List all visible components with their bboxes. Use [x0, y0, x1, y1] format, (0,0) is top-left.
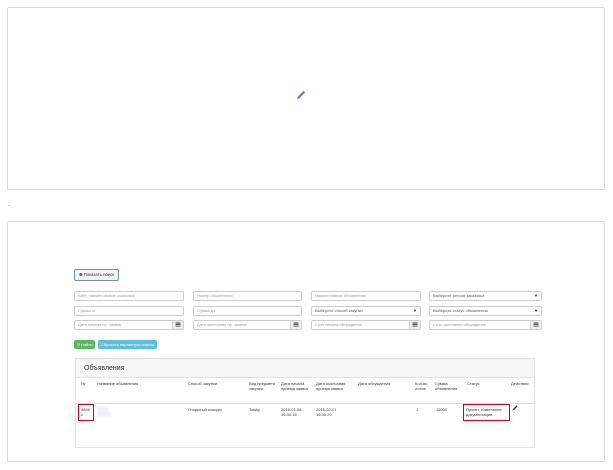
status-select-value: Выберите статус объявления — [433, 308, 488, 313]
find-label: Найти — [81, 342, 93, 347]
toggle-search-label: Показать поиск — [83, 272, 115, 277]
row-start-date: 2016-01-08 16:30:15 — [281, 407, 302, 417]
column-header-actions: Действия — [511, 381, 529, 386]
status-highlight — [463, 404, 510, 421]
separator-text: . — [8, 199, 11, 208]
plus-icon: ⊕ — [79, 272, 83, 277]
loading-panel — [7, 7, 605, 190]
discuss-start-input[interactable]: Срок начала обсуждения — [311, 320, 421, 330]
column-header-discussion: Дата обсуждения — [358, 381, 391, 386]
column-header-end: Дата окончания приема заявок — [316, 381, 346, 391]
number-input[interactable]: Номер объявления — [193, 291, 302, 301]
column-header-status: Статус — [467, 381, 480, 386]
method-select-value: Выберите способ закупки — [315, 308, 363, 313]
find-button[interactable]: ⚲ Найти — [74, 340, 96, 349]
row-end-date: 2016-02-01 16:30:29 — [316, 407, 337, 417]
date-end-input[interactable]: Дата окончания пр. заявок — [193, 320, 302, 330]
calendar-icon[interactable] — [172, 321, 183, 329]
calendar-icon[interactable] — [290, 321, 301, 329]
method-select[interactable]: Выберите способ закупки ▼ — [311, 306, 421, 316]
number-highlight — [78, 404, 94, 421]
calendar-icon[interactable] — [530, 321, 541, 329]
row-title-link[interactable]: ▒▒▒▒ ▒▒▒▒▒ — [97, 407, 117, 417]
toggle-search-button[interactable]: ⊕Показать поиск — [74, 269, 120, 281]
column-header-subject: Вид предмета закупки — [249, 381, 276, 391]
pencil-icon — [297, 91, 305, 99]
column-header-method: Способ закупки — [188, 381, 217, 386]
row-sum: 15000 — [436, 407, 448, 412]
column-header-number: № — [81, 381, 86, 386]
caret-down-icon: ▼ — [534, 308, 538, 313]
column-header-sum: Сумма объявления — [435, 381, 458, 391]
caret-down-icon: ▼ — [534, 293, 538, 298]
announcements-heading: Объявления — [76, 359, 534, 378]
column-header-title: Название объявления — [97, 381, 139, 386]
date-start-placeholder: Дата начала пр. заявок — [78, 322, 122, 327]
status-select[interactable]: Выберите статус объявления ▼ — [429, 306, 542, 316]
region-select[interactable]: Выберите регион заказчика ▼ — [429, 291, 542, 301]
caret-down-icon: ▼ — [413, 308, 417, 313]
edit-icon[interactable] — [512, 405, 518, 411]
date-start-input[interactable]: Дата начала пр. заявок — [74, 320, 184, 330]
row-lots: 1 — [416, 407, 419, 412]
calendar-icon[interactable] — [409, 321, 420, 329]
bin-input[interactable]: БИН, наименование заказчика — [74, 291, 184, 301]
sum-from-input[interactable]: Сумма от — [74, 306, 184, 316]
row-method: Открытый конкурс — [188, 407, 223, 412]
row-subject: Товар — [249, 407, 260, 412]
date-end-placeholder: Дата окончания пр. заявок — [197, 322, 247, 327]
sum-to-input[interactable]: Сумма до — [193, 306, 302, 316]
discuss-end-placeholder: Срок окончания обсуждения — [433, 322, 487, 327]
reset-search-button[interactable]: Сбросить параметры поиска — [98, 340, 158, 349]
region-select-value: Выберите регион заказчика — [433, 293, 485, 298]
discuss-start-placeholder: Срок начала обсуждения — [315, 322, 362, 327]
discuss-end-input[interactable]: Срок окончания обсуждения — [429, 320, 542, 330]
column-header-lots: Кол-во лотов — [415, 381, 428, 391]
name-input[interactable]: Наименование объявления — [311, 291, 421, 301]
column-header-start: Дата начала приема заявок — [281, 381, 309, 391]
